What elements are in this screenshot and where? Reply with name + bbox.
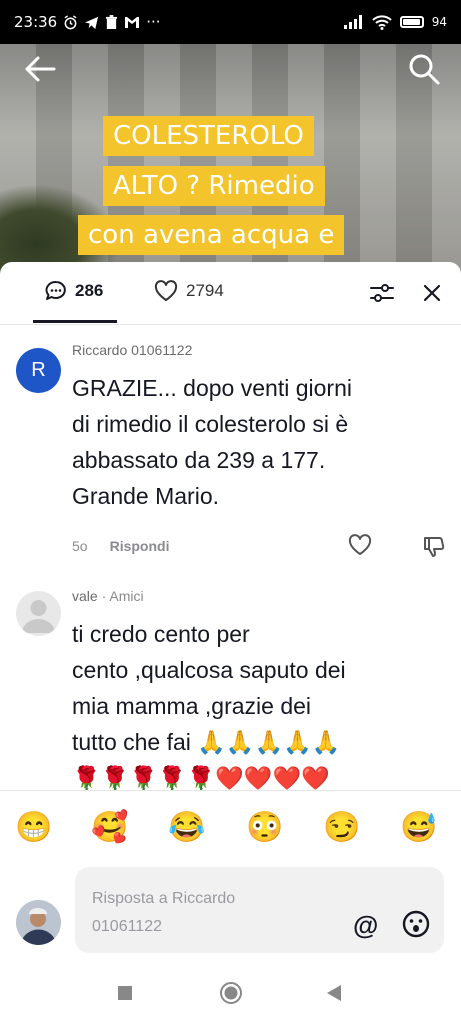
my-avatar bbox=[16, 900, 61, 945]
comment-text: ti credo cento per cento ,qualcosa saput… bbox=[72, 616, 447, 790]
comment-text-line: ti credo cento per bbox=[72, 621, 250, 647]
status-time: 23:36 bbox=[14, 13, 58, 31]
reply-placeholder: Risposta a Riccardo 01061122 bbox=[92, 885, 292, 941]
tab-comments[interactable]: 286 bbox=[45, 280, 103, 302]
comment-text-line: mia mamma ,grazie dei bbox=[72, 693, 312, 719]
heart-outline-icon bbox=[154, 280, 178, 301]
comment-text-line: di rimedio il colesterolo si è bbox=[72, 411, 349, 437]
comment-item: R Riccardo 01061122 GRAZIE... dopo venti… bbox=[0, 340, 461, 560]
wifi-icon bbox=[372, 14, 392, 30]
telegram-icon bbox=[85, 16, 99, 29]
comment-username[interactable]: vale · Amici bbox=[72, 588, 144, 604]
emoji-grin[interactable]: 😁 bbox=[14, 811, 54, 845]
comment-bubble-icon bbox=[45, 281, 66, 300]
close-icon[interactable] bbox=[421, 282, 443, 304]
video-caption-line-1: COLESTEROLO bbox=[103, 116, 314, 156]
battery-level: 94 bbox=[431, 15, 447, 29]
thumbs-down-icon[interactable] bbox=[422, 534, 446, 558]
back-arrow-icon[interactable] bbox=[22, 54, 58, 84]
circle-icon[interactable] bbox=[219, 981, 243, 1005]
comment-text-line: 🌹🌹🌹🌹🌹❤️❤️❤️❤️ bbox=[72, 765, 330, 790]
avatar[interactable] bbox=[16, 591, 61, 636]
quick-emoji-bar: 😁 🥰 😂 😳 😏 😅 bbox=[0, 790, 461, 867]
comment-text-line: abbassato da 239 a 177. bbox=[72, 447, 326, 473]
triangle-back-icon[interactable] bbox=[326, 984, 342, 1002]
comment-text-line: GRAZIE... dopo venti giorni bbox=[72, 375, 352, 401]
video-caption-line-2: ALTO ? Rimedio bbox=[103, 166, 325, 206]
video-preview[interactable]: COLESTEROLO ALTO ? Rimedio con avena acq… bbox=[0, 44, 461, 274]
comment-text-line: cento ,qualcosa saputo dei bbox=[72, 657, 346, 683]
emoji-face-icon[interactable] bbox=[401, 909, 431, 939]
reply-placeholder-line: Risposta a Riccardo bbox=[92, 890, 236, 907]
avatar[interactable]: R bbox=[16, 348, 61, 393]
battery-icon bbox=[399, 16, 424, 28]
tab-likes[interactable]: 2794 bbox=[154, 280, 224, 302]
search-icon[interactable] bbox=[407, 52, 441, 86]
emoji-tears-of-joy[interactable]: 😂 bbox=[167, 811, 207, 845]
signal-icon bbox=[343, 15, 362, 29]
reply-placeholder-line: 01061122 bbox=[92, 918, 162, 935]
comment-item: vale · Amici ti credo cento per cento ,q… bbox=[0, 586, 461, 790]
reply-input[interactable]: Risposta a Riccardo 01061122 @ bbox=[75, 867, 444, 953]
status-bar: 23:36 ··· 94 bbox=[0, 0, 461, 44]
username-text: vale bbox=[72, 588, 98, 604]
comment-age: 5o bbox=[72, 538, 88, 554]
gmail-icon bbox=[125, 16, 140, 28]
comments-sheet: 286 2794 R Riccardo 01061122 GRAZIE... d… bbox=[0, 262, 461, 1024]
more-notifications-icon: ··· bbox=[146, 13, 161, 31]
comments-tabs: 286 2794 bbox=[0, 262, 461, 325]
trash-icon bbox=[106, 14, 118, 29]
active-tab-indicator bbox=[33, 320, 117, 323]
like-count: 2794 bbox=[186, 281, 224, 300]
comment-username[interactable]: Riccardo 01061122 bbox=[72, 342, 192, 358]
emoji-flushed[interactable]: 😳 bbox=[245, 811, 285, 845]
square-icon[interactable] bbox=[117, 985, 133, 1001]
comment-text-line: tutto che fai 🙏🙏🙏🙏🙏 bbox=[72, 729, 341, 755]
default-avatar-icon bbox=[22, 600, 55, 633]
comment-meta: 5o Rispondi bbox=[72, 538, 169, 554]
comment-text: GRAZIE... dopo venti giorni di rimedio i… bbox=[72, 370, 447, 514]
emoji-smiling-hearts[interactable]: 🥰 bbox=[90, 811, 130, 845]
emoji-smirk[interactable]: 😏 bbox=[322, 811, 362, 845]
video-caption-line-3: con avena acqua e bbox=[78, 215, 345, 255]
emoji-sweat-smile[interactable]: 😅 bbox=[399, 811, 439, 845]
alarm-icon bbox=[64, 14, 77, 29]
filter-sliders-icon[interactable] bbox=[369, 282, 395, 304]
mention-button[interactable]: @ bbox=[353, 910, 378, 941]
comment-text-line: Grande Mario. bbox=[72, 483, 220, 509]
comment-count: 286 bbox=[75, 281, 104, 300]
reply-button[interactable]: Rispondi bbox=[110, 538, 170, 554]
heart-icon[interactable] bbox=[348, 534, 372, 556]
friend-label: · Amici bbox=[97, 588, 144, 604]
user-photo-icon bbox=[16, 900, 61, 945]
system-nav-bar bbox=[0, 960, 461, 1024]
